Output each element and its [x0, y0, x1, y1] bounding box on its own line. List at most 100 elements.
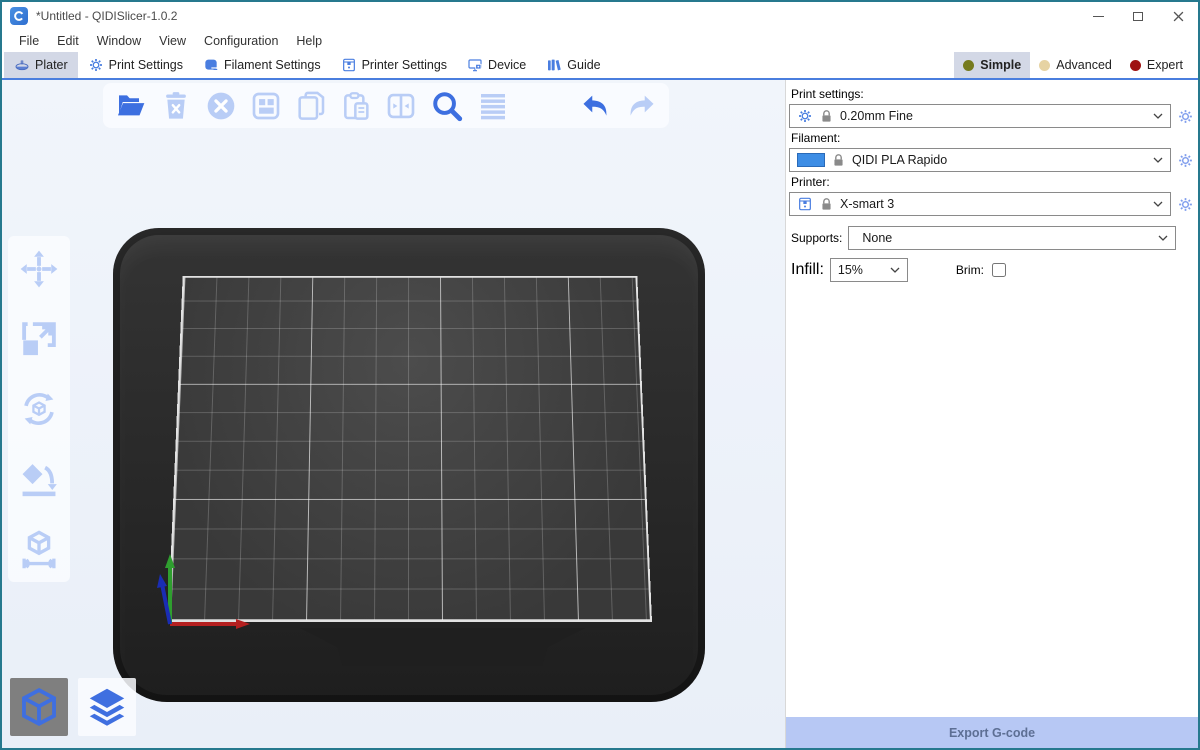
- infill-label: Infill:: [791, 261, 824, 279]
- infill-select[interactable]: 15%: [830, 258, 908, 282]
- search-button[interactable]: [430, 89, 464, 123]
- printer-icon: [797, 196, 813, 212]
- expert-mode-dot-icon: [1130, 60, 1141, 71]
- mode-advanced[interactable]: Advanced: [1030, 52, 1121, 78]
- gear-icon: [797, 108, 813, 124]
- maximize-button[interactable]: [1118, 2, 1158, 30]
- plater-icon: [14, 57, 30, 73]
- chevron-down-icon: [1153, 201, 1163, 207]
- menu-file[interactable]: File: [10, 34, 48, 48]
- minimize-icon: [1093, 16, 1104, 17]
- view-toggle: [10, 678, 136, 736]
- device-monitor-icon: [467, 57, 483, 73]
- filament-icon: [203, 57, 219, 73]
- minimize-button[interactable]: [1078, 2, 1118, 30]
- simple-mode-dot-icon: [963, 60, 974, 71]
- build-plate-handle: [300, 628, 585, 666]
- supports-value: None: [856, 231, 1151, 245]
- lock-icon: [820, 197, 833, 212]
- mode-simple[interactable]: Simple: [954, 52, 1030, 78]
- infill-value: 15%: [838, 263, 890, 277]
- printer-icon: [341, 57, 357, 73]
- tab-label: Plater: [35, 58, 68, 72]
- menu-bar: File Edit Window View Configuration Help: [2, 30, 1198, 52]
- tab-label: Printer Settings: [362, 58, 447, 72]
- tab-device[interactable]: Device: [457, 52, 536, 78]
- 3d-editor-view-button[interactable]: [10, 678, 68, 736]
- 3d-cube-icon: [17, 685, 61, 729]
- brim-checkbox[interactable]: [992, 263, 1006, 277]
- supports-label: Supports:: [791, 231, 842, 245]
- tab-bar: Plater Print Settings Filament Settings: [2, 52, 1198, 78]
- lock-icon: [832, 153, 845, 168]
- app-logo-icon: [10, 7, 28, 25]
- filament-select[interactable]: QIDI PLA Rapido: [789, 148, 1171, 172]
- arrange-button[interactable]: [250, 90, 282, 122]
- printer-value: X-smart 3: [840, 197, 1146, 211]
- rotate-tool-button[interactable]: [18, 388, 60, 430]
- filament-color-swatch: [797, 153, 825, 167]
- edit-printer-button[interactable]: [1175, 194, 1195, 214]
- tab-filament-settings[interactable]: Filament Settings: [193, 52, 331, 78]
- scale-tool-button[interactable]: [18, 318, 60, 360]
- app-window: *Untitled - QIDISlicer-1.0.2 File Edit W…: [0, 0, 1200, 750]
- menu-edit[interactable]: Edit: [48, 34, 88, 48]
- preview-view-button[interactable]: [78, 678, 136, 736]
- close-button[interactable]: [1158, 2, 1198, 30]
- mode-label: Expert: [1147, 58, 1183, 72]
- print-settings-value: 0.20mm Fine: [840, 109, 1146, 123]
- 3d-viewport[interactable]: [2, 80, 785, 748]
- lock-icon: [820, 109, 833, 124]
- maximize-icon: [1133, 12, 1143, 21]
- gear-icon: [1177, 108, 1194, 125]
- edit-filament-button[interactable]: [1175, 150, 1195, 170]
- export-gcode-button[interactable]: Export G-code: [786, 717, 1198, 748]
- gear-icon: [1177, 196, 1194, 213]
- print-settings-label: Print settings:: [791, 87, 1193, 101]
- undo-button[interactable]: [580, 90, 612, 122]
- menu-window[interactable]: Window: [88, 34, 150, 48]
- printer-select[interactable]: X-smart 3: [789, 192, 1171, 216]
- chevron-down-icon: [1158, 235, 1168, 241]
- settings-panel: Print settings: 0.20mm Fine: [785, 80, 1198, 748]
- paste-button[interactable]: [340, 90, 372, 122]
- gear-icon: [88, 57, 104, 73]
- move-tool-button[interactable]: [18, 248, 60, 290]
- supports-select[interactable]: None: [848, 226, 1176, 250]
- tab-guide[interactable]: Guide: [536, 52, 610, 78]
- origin-axes-icon: [148, 532, 268, 637]
- window-title: *Untitled - QIDISlicer-1.0.2: [36, 9, 177, 23]
- edit-print-settings-button[interactable]: [1175, 106, 1195, 126]
- menu-help[interactable]: Help: [287, 34, 331, 48]
- print-settings-select[interactable]: 0.20mm Fine: [789, 104, 1171, 128]
- mode-label: Advanced: [1056, 58, 1112, 72]
- gear-icon: [1177, 152, 1194, 169]
- menu-configuration[interactable]: Configuration: [195, 34, 287, 48]
- filament-label: Filament:: [791, 131, 1193, 145]
- menu-view[interactable]: View: [150, 34, 195, 48]
- delete-all-button[interactable]: [205, 90, 237, 122]
- delete-button[interactable]: [160, 90, 192, 122]
- printer-label: Printer:: [791, 175, 1193, 189]
- redo-button[interactable]: [625, 90, 657, 122]
- variable-layer-height-button[interactable]: [477, 90, 509, 122]
- filament-value: QIDI PLA Rapido: [852, 153, 1146, 167]
- advanced-mode-dot-icon: [1039, 60, 1050, 71]
- open-file-button[interactable]: [115, 90, 147, 122]
- mode-selector: Simple Advanced Expert: [954, 52, 1198, 78]
- tab-label: Filament Settings: [224, 58, 321, 72]
- place-on-face-tool-button[interactable]: [18, 458, 60, 500]
- plater-toolbar: [103, 83, 669, 128]
- brim-label: Brim:: [956, 263, 984, 277]
- gizmo-toolbar: [8, 236, 70, 582]
- copy-button[interactable]: [295, 90, 327, 122]
- chevron-down-icon: [1153, 157, 1163, 163]
- split-objects-button[interactable]: [385, 90, 417, 122]
- tab-plater[interactable]: Plater: [4, 52, 78, 78]
- title-bar: *Untitled - QIDISlicer-1.0.2: [2, 2, 1198, 30]
- tab-print-settings[interactable]: Print Settings: [78, 52, 193, 78]
- measure-tool-button[interactable]: [18, 528, 60, 570]
- mode-expert[interactable]: Expert: [1121, 52, 1192, 78]
- chevron-down-icon: [1153, 113, 1163, 119]
- tab-printer-settings[interactable]: Printer Settings: [331, 52, 457, 78]
